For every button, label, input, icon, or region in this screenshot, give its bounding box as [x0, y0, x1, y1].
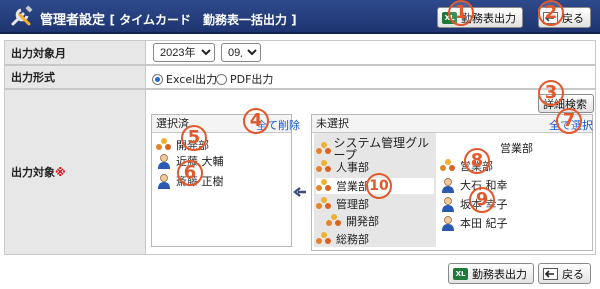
group-icon — [316, 142, 331, 156]
annotation-badge: 4 — [243, 108, 269, 134]
person-icon — [158, 174, 170, 189]
page-title: 管理者設定 [ タイムカード 勤務表一括出力 ] — [40, 13, 297, 28]
person-icon — [442, 178, 454, 193]
group-icon — [316, 197, 332, 211]
back-button-bottom[interactable]: 戻る — [538, 263, 591, 284]
group-icon — [316, 179, 332, 193]
annotation-badge: 5 — [181, 125, 207, 151]
move-left-arrow-icon[interactable] — [293, 186, 307, 198]
page: 管理者設定 [ タイムカード 勤務表一括出力 ] XL 勤務表出力 戻る 出力対… — [0, 0, 600, 289]
format-label: 出力形式 — [4, 65, 146, 89]
person-icon — [158, 154, 170, 169]
back-arrow-icon — [543, 267, 558, 280]
group-icon — [326, 214, 342, 228]
group-tree-item[interactable]: 管理部 — [316, 196, 369, 212]
person-icon — [442, 216, 454, 231]
annotation-badge: 7 — [556, 108, 582, 134]
target-label: 出力対象 ※ — [4, 89, 146, 255]
group-icon — [440, 159, 456, 173]
group-icon — [316, 232, 332, 246]
group-icon — [156, 138, 172, 152]
annotation-badge: 10 — [366, 173, 392, 199]
required-mark: ※ — [55, 165, 66, 179]
pdf-radio[interactable]: PDF出力 — [216, 71, 273, 87]
group-tree-item[interactable]: 総務部 — [316, 231, 369, 247]
radio-selected-icon — [152, 73, 163, 85]
month-select[interactable]: 09月 — [221, 43, 261, 62]
person-icon — [442, 197, 454, 212]
annotation-badge: 8 — [464, 148, 490, 174]
header-bar: 管理者設定 [ タイムカード 勤務表一括出力 ] XL 勤務表出力 戻る — [0, 0, 600, 34]
tools-icon — [11, 5, 33, 26]
annotation-badge: 1 — [448, 0, 474, 26]
excel-radio[interactable]: Excel出力 — [152, 71, 217, 87]
group-tree-item[interactable]: システム管理グループ — [316, 137, 434, 161]
member-item[interactable]: 本田 紀子 — [440, 215, 508, 231]
year-select[interactable]: 2023年 — [153, 43, 215, 62]
group-icon — [316, 160, 332, 174]
month-label: 出力対象月 — [4, 40, 146, 65]
annotation-badge: 6 — [177, 160, 203, 186]
excel-icon: XL — [453, 267, 468, 280]
group-tree-item[interactable]: 人事部 — [316, 159, 369, 175]
annotation-badge: 3 — [538, 80, 564, 106]
member-list-header: 営業部 — [500, 142, 533, 155]
group-tree-item[interactable]: 開発部 — [326, 213, 379, 229]
annotation-badge: 9 — [469, 187, 495, 213]
annotation-badge: 2 — [538, 0, 564, 26]
export-button-bottom[interactable]: XL 勤務表出力 — [448, 263, 534, 284]
page-subtitle: [ タイムカード 勤務表一括出力 ] — [109, 13, 297, 27]
radio-empty-icon — [216, 73, 227, 85]
